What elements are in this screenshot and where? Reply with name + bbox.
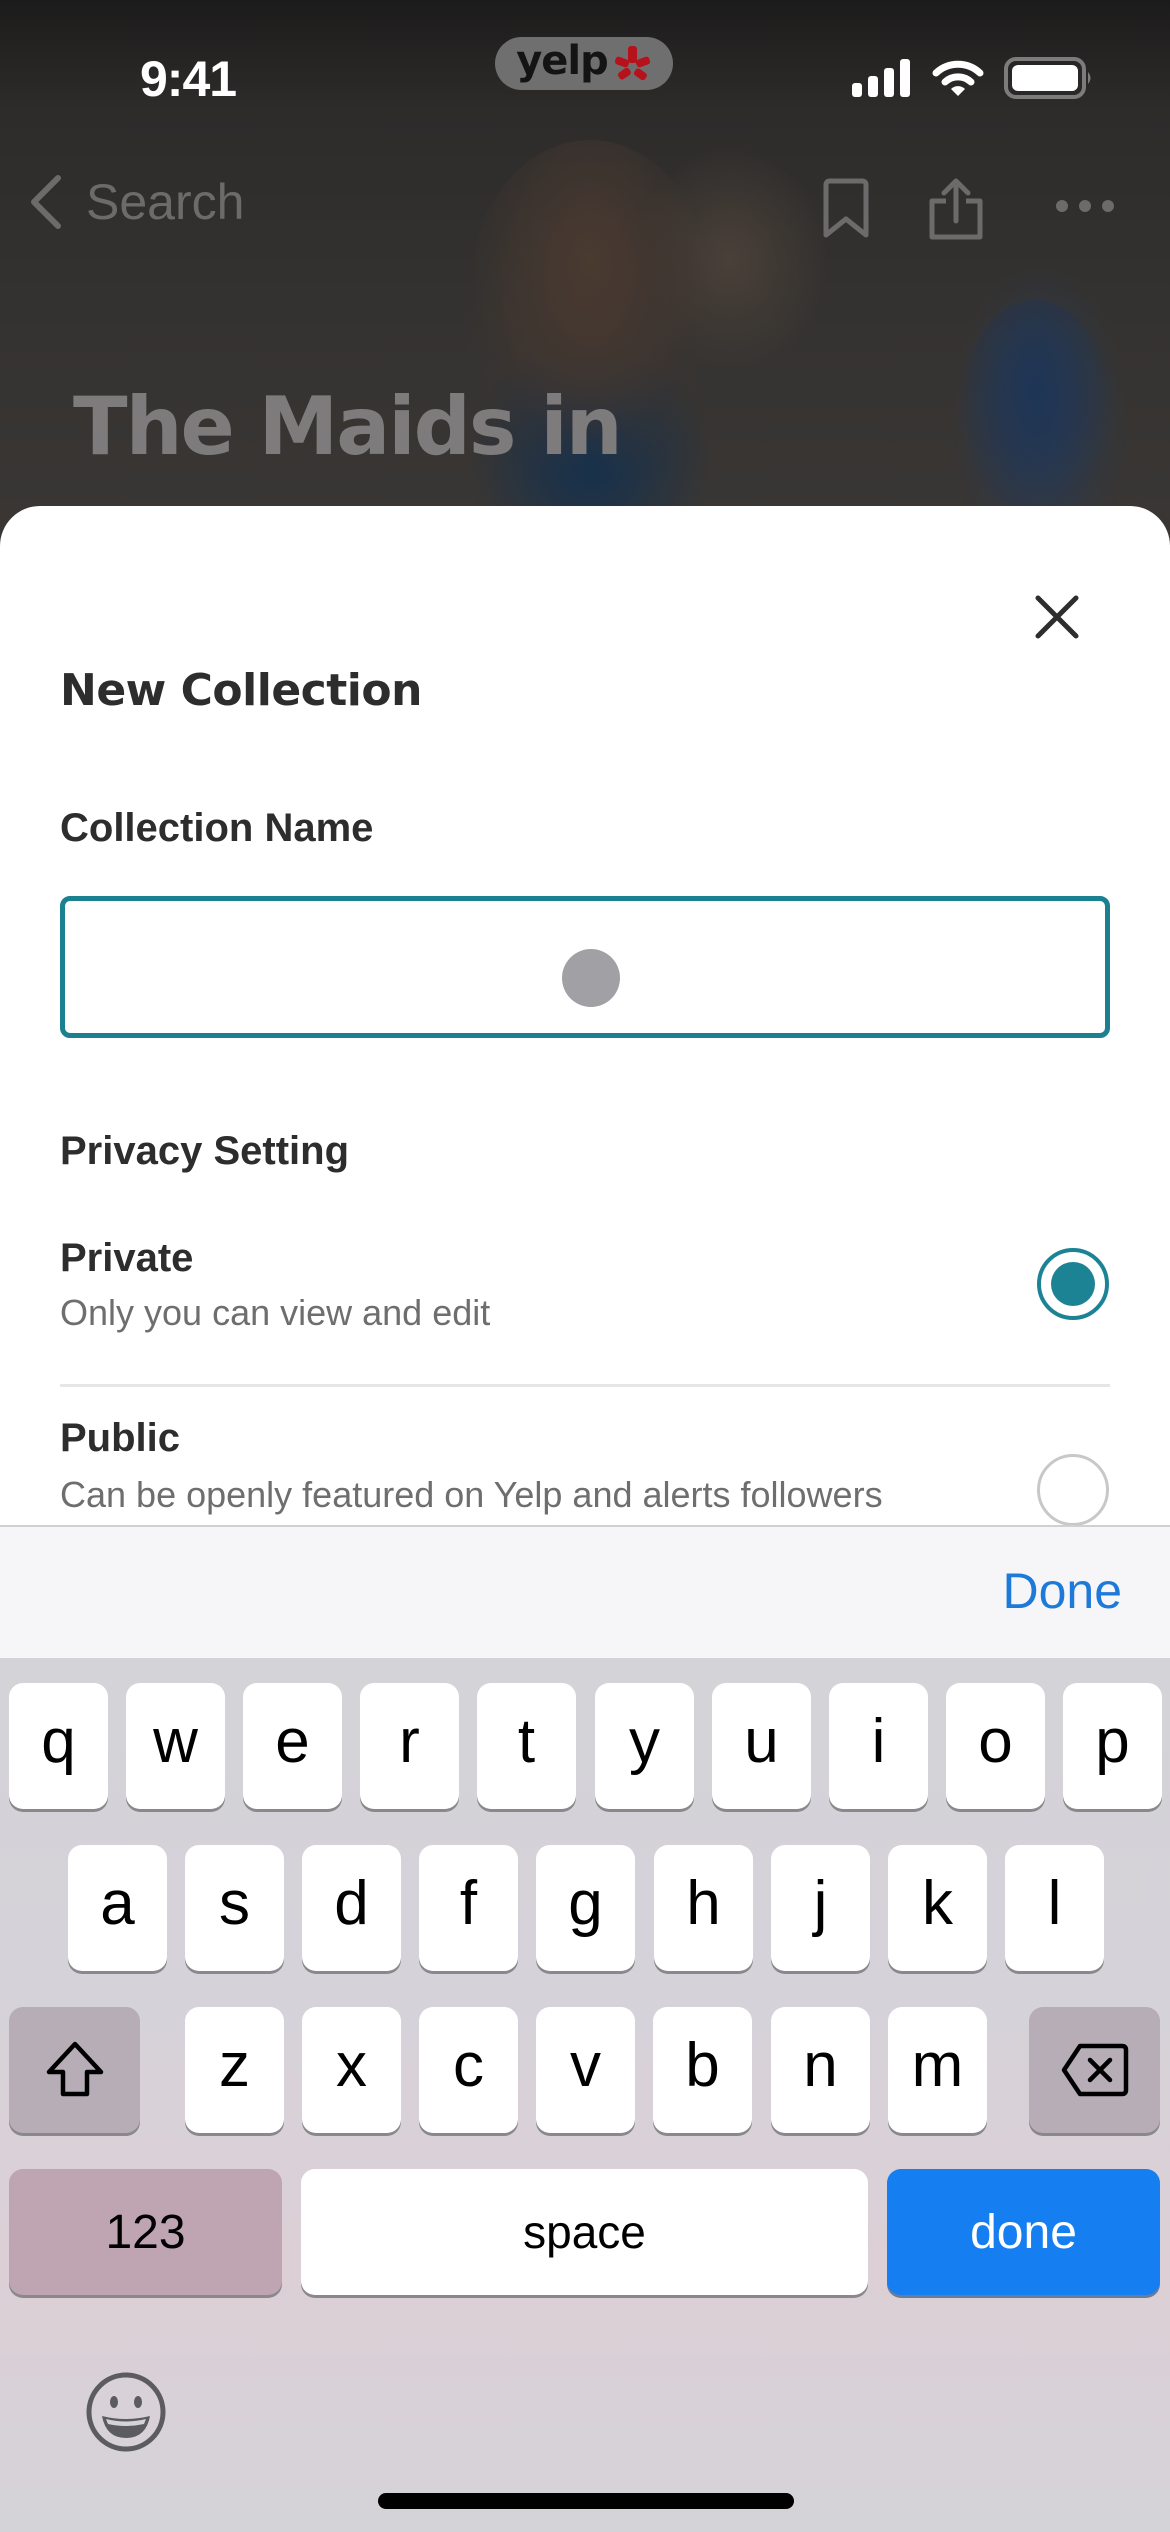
sheet-title: New Collection [60,665,422,716]
hero-photo-figure-2 [960,300,1110,520]
emoji-button[interactable] [84,2370,168,2454]
key-c[interactable]: c [419,2007,518,2133]
key-n[interactable]: n [771,2007,870,2133]
delete-key[interactable] [1029,2007,1160,2133]
radio-private[interactable] [1037,1248,1109,1320]
accessory-done-button[interactable]: Done [1002,1562,1122,1620]
key-w[interactable]: w [126,1683,225,1809]
return-done-key[interactable]: done [887,2169,1160,2295]
key-y[interactable]: y [595,1683,694,1809]
option-title: Public [60,1416,181,1460]
emoji-icon [86,2372,166,2452]
key-h[interactable]: h [654,1845,753,1971]
close-icon [1035,595,1079,639]
key-v[interactable]: v [536,2007,635,2133]
back-button[interactable]: Search [26,172,244,232]
app-badge[interactable]: yelp [495,37,673,90]
key-a[interactable]: a [68,1845,167,1971]
key-l[interactable]: l [1005,1845,1104,1971]
key-j[interactable]: j [771,1845,870,1971]
share-icon[interactable] [924,177,988,241]
option-description: Can be openly featured on Yelp and alert… [60,1474,883,1515]
key-z[interactable]: z [185,2007,284,2133]
cellular-signal-icon [852,59,910,97]
back-label: Search [86,174,245,230]
collection-name-label: Collection Name [60,806,374,850]
yelp-burst-icon [614,45,650,80]
key-k[interactable]: k [888,1845,987,1971]
radio-public[interactable] [1037,1454,1109,1526]
space-key[interactable]: space [301,2169,868,2295]
key-t[interactable]: t [477,1683,576,1809]
key-m[interactable]: m [888,2007,987,2133]
key-s[interactable]: s [185,1845,284,1971]
status-icons [852,56,1094,100]
privacy-setting-label: Privacy Setting [60,1129,350,1173]
home-indicator[interactable] [378,2493,794,2509]
business-title: The Maids in [73,380,623,473]
status-time: 9:41 [140,51,237,107]
close-button[interactable] [1030,590,1084,644]
key-q[interactable]: q [9,1683,108,1809]
chevron-left-icon [31,175,61,229]
key-b[interactable]: b [653,2007,752,2133]
shift-icon [46,2041,103,2097]
more-icon[interactable] [1054,198,1116,214]
option-divider [60,1384,1110,1387]
key-f[interactable]: f [419,1845,518,1971]
option-description: Only you can view and edit [60,1292,491,1333]
shift-key[interactable] [9,2007,140,2133]
key-g[interactable]: g [536,1845,635,1971]
keyboard-accessory-bar: Done [0,1525,1170,1658]
backspace-icon [1061,2043,1128,2097]
key-i[interactable]: i [829,1683,928,1809]
wifi-icon [932,60,984,96]
key-e[interactable]: e [243,1683,342,1809]
key-u[interactable]: u [712,1683,811,1809]
key-r[interactable]: r [360,1683,459,1809]
key-d[interactable]: d [302,1845,401,1971]
key-o[interactable]: o [946,1683,1045,1809]
keyboard: qwertyuiop asdfghjkl zxcvbnm 123 space d… [0,1658,1170,2532]
yelp-logo-text: yelp [516,37,609,84]
radio-selected-dot [1051,1262,1095,1306]
touch-indicator [562,949,620,1007]
battery-icon [1004,57,1091,99]
key-p[interactable]: p [1063,1683,1162,1809]
bookmark-icon[interactable] [820,177,872,239]
option-title: Private [60,1236,194,1280]
numbers-key[interactable]: 123 [9,2169,282,2295]
key-x[interactable]: x [302,2007,401,2133]
